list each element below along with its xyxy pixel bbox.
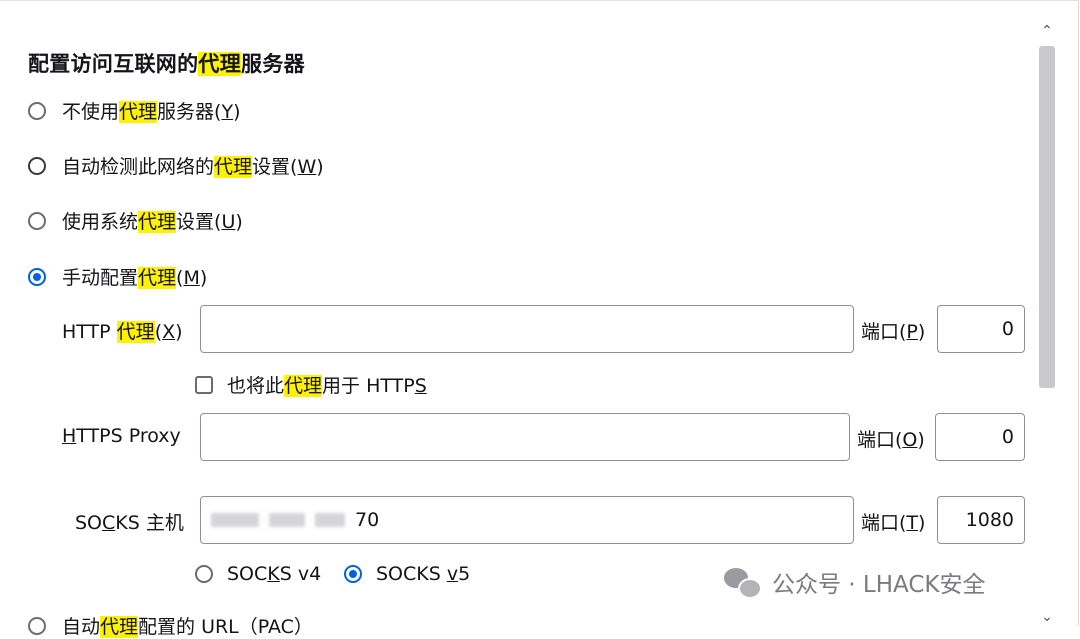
watermark: 公众号 · LHACK安全 (724, 565, 986, 599)
scroll-down-icon[interactable]: ⌄ (1036, 606, 1058, 628)
radio-indicator[interactable] (28, 616, 46, 635)
https-port-value: 0 (1001, 426, 1014, 448)
https-proxy-input[interactable] (200, 413, 850, 461)
redacted-text (315, 513, 345, 527)
http-port-label: 端口(P) (861, 321, 926, 343)
radio-socks-v5-label: SOCKS v5 (376, 563, 471, 585)
checkbox-also-https-label: 也将此代理用于 HTTPS (227, 375, 427, 397)
socks-host-value: 70 (355, 509, 380, 531)
redacted-text (269, 513, 305, 527)
https-port-input[interactable]: 0 (935, 413, 1025, 461)
redacted-text (211, 513, 259, 527)
checkbox-also-https[interactable]: 也将此代理用于 HTTPS (195, 371, 427, 398)
radio-socks-v4[interactable]: SOCKS v4 (195, 563, 321, 585)
radio-indicator[interactable] (28, 211, 46, 230)
wechat-icon (724, 566, 762, 599)
radio-no-proxy-label: 不使用代理服务器(Y) (62, 101, 241, 123)
radio-auto-detect[interactable]: 自动检测此网络的代理设置(W) (28, 152, 324, 179)
radio-indicator[interactable] (195, 565, 213, 583)
http-proxy-label: HTTP 代理(X) (62, 321, 183, 343)
radio-indicator[interactable] (28, 101, 46, 120)
radio-pac[interactable]: 自动代理配置的 URL（PAC） (28, 612, 313, 639)
socks-host-label: SOCKS 主机 (75, 512, 184, 534)
socks-port-value: 1080 (965, 509, 1014, 531)
radio-pac-label: 自动代理配置的 URL（PAC） (62, 616, 313, 638)
radio-socks-v4-label: SOCKS v4 (227, 563, 322, 585)
scroll-up-icon[interactable]: ⌃ (1036, 20, 1058, 42)
scrollbar-thumb[interactable] (1039, 46, 1055, 388)
radio-socks-v5[interactable]: SOCKS v5 (344, 563, 470, 585)
socks-port-label: 端口(T) (861, 512, 926, 534)
watermark-text: 公众号 · LHACK安全 (772, 572, 986, 598)
http-proxy-input[interactable] (200, 305, 854, 353)
http-port-value: 0 (1001, 318, 1014, 340)
vertical-scrollbar[interactable]: ⌃ ⌄ (1036, 20, 1058, 627)
radio-no-proxy[interactable]: 不使用代理服务器(Y) (28, 97, 240, 124)
radio-system-proxy-label: 使用系统代理设置(U) (62, 211, 243, 233)
radio-auto-detect-label: 自动检测此网络的代理设置(W) (62, 156, 324, 178)
radio-indicator[interactable] (28, 156, 46, 175)
radio-indicator-selected[interactable] (28, 267, 46, 286)
https-port-label: 端口(O) (857, 429, 925, 451)
checkbox-indicator[interactable] (195, 375, 213, 394)
section-title: 配置访问互联网的代理服务器 (28, 52, 305, 76)
socks-port-input[interactable]: 1080 (937, 496, 1025, 544)
radio-system-proxy[interactable]: 使用系统代理设置(U) (28, 207, 243, 234)
socks-host-input[interactable]: 70 (200, 496, 854, 544)
https-proxy-label: HTTPS Proxy (62, 425, 181, 447)
radio-indicator-selected[interactable] (344, 565, 362, 583)
radio-manual-proxy[interactable]: 手动配置代理(M) (28, 263, 207, 290)
radio-manual-proxy-label: 手动配置代理(M) (62, 267, 208, 289)
http-port-input[interactable]: 0 (937, 305, 1025, 353)
